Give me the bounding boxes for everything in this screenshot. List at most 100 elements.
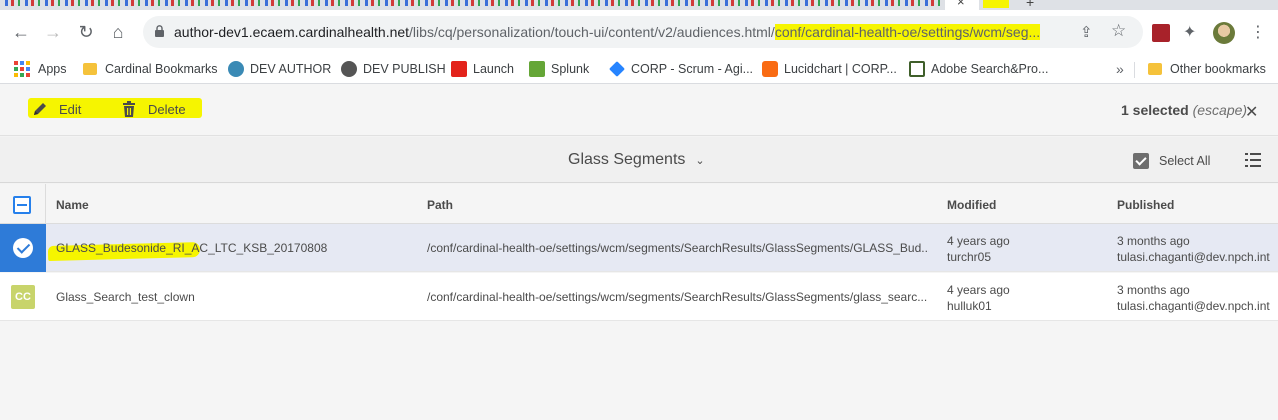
title-bar: Glass Segments ⌄ Select All [0,137,1278,183]
list-view-icon[interactable] [1245,152,1261,168]
row-path: /conf/cardinal-health-oe/settings/wcm/se… [427,290,927,304]
bookmark-label: Launch [473,62,515,76]
bookmark-lucidchart[interactable]: Lucidchart | CORP... [762,59,897,79]
row-thumbnail[interactable]: CC [0,273,46,321]
globe-icon [341,61,357,77]
bookmark-corp-scrum[interactable]: CORP - Scrum - Agi... [609,59,753,79]
adobe-icon [451,61,467,77]
row-thumbnail[interactable] [0,224,46,272]
bookmark-label: DEV PUBLISH [363,62,446,76]
browser-toolbar: ← → ↻ ⌂ author-dev1.ecaem.cardinalhealth… [0,10,1278,54]
row-modified: 4 years ago [947,234,1010,248]
row-name: GLASS_Budesonide_RI_AC_LTC_KSB_20170808 [56,241,328,255]
url-path: /libs/cq/personalization/touch-ui/conten… [409,24,775,40]
table-empty-area [0,322,1278,420]
bookmark-dev-author[interactable]: DEV AUTHOR [228,59,331,79]
row-published: 3 months ago [1117,283,1190,297]
folder-title-dropdown[interactable]: Glass Segments ⌄ [568,151,705,169]
address-bar[interactable]: author-dev1.ecaem.cardinalhealth.net/lib… [143,16,1143,48]
edit-label: Edit [59,101,82,117]
profile-avatar[interactable] [1213,22,1235,44]
column-header-path[interactable]: Path [427,198,453,212]
edit-button[interactable]: Edit [31,100,81,118]
url-host: author-dev1.ecaem.cardinalhealth.net [174,24,410,40]
folder-icon [83,63,97,75]
row-modified: 4 years ago [947,283,1010,297]
table-row[interactable]: GLASS_Budesonide_RI_AC_LTC_KSB_20170808 … [0,224,1278,272]
selection-info: 1 selected (escape) [1121,102,1247,118]
bookmarks-overflow-button[interactable]: » [1116,61,1124,77]
url-highlighted-path: conf/cardinal-health-oe/settings/wcm/seg… [774,24,1041,40]
header-divider [45,184,46,224]
adobe-search-icon [909,61,925,77]
escape-hint: (escape) [1192,102,1248,118]
aem-icon [228,61,244,77]
tab-highlight-mark [983,0,1009,8]
browser-tabs[interactable] [0,0,945,6]
new-tab-icon[interactable]: + [1026,0,1034,10]
select-all-label: Select All [1159,154,1211,168]
bookmark-label: Other bookmarks [1170,62,1266,76]
row-modified-by: hulluk01 [947,299,992,313]
trash-icon [123,101,135,117]
bookmark-label: Splunk [551,62,590,76]
lock-icon [155,25,164,37]
bookmark-label: Cardinal Bookmarks [105,62,218,76]
jira-icon [609,61,625,77]
column-header-published[interactable]: Published [1117,198,1174,212]
bookmark-label: DEV AUTHOR [250,62,332,76]
delete-label: Delete [148,101,186,117]
chevron-down-icon: ⌄ [695,154,705,167]
extension-icon[interactable] [1152,24,1170,42]
bookmark-launch[interactable]: Launch [451,59,514,79]
row-name: Glass_Search_test_clown [56,290,195,304]
table-header: Name Path Modified Published [0,184,1278,224]
close-tab-icon[interactable]: × [957,0,965,9]
close-selection-icon[interactable]: ✕ [1245,102,1258,122]
splunk-icon [529,61,545,77]
bookmarks-bar: Apps Cardinal Bookmarks DEV AUTHOR DEV P… [0,54,1278,84]
row-published-by: tulasi.chaganti@dev.npch.int [1117,299,1270,313]
row-modified-by: turchr05 [947,250,992,264]
reload-icon[interactable]: ↻ [74,20,98,44]
bookmarks-divider [1134,62,1135,78]
header-checkbox[interactable] [13,196,31,214]
column-header-modified[interactable]: Modified [947,198,996,212]
url-text[interactable]: author-dev1.ecaem.cardinalhealth.net/lib… [174,24,1041,40]
share-icon[interactable]: ⇪ [1080,23,1093,41]
row-thumb-badge: CC [11,285,35,309]
row-published-by: tulasi.chaganti@dev.npch.int [1117,250,1270,264]
segments-table: Name Path Modified Published GLASS_Budes… [0,184,1278,420]
action-bar: Edit Delete 1 selected (escape) ✕ [0,84,1278,136]
bookmark-label: Adobe Search&Pro... [931,62,1049,76]
selected-count: 1 selected [1121,102,1189,118]
bookmark-dev-publish[interactable]: DEV PUBLISH [341,59,446,79]
lucidchart-icon [762,61,778,77]
bookmark-splunk[interactable]: Splunk [529,59,589,79]
bookmark-label: Apps [38,62,67,76]
extensions-puzzle-icon[interactable]: ✦ [1183,22,1201,41]
bookmark-apps[interactable]: Apps [14,59,67,79]
bookmark-adobe-search[interactable]: Adobe Search&Pro... [909,59,1048,79]
pencil-icon [34,103,46,115]
apps-grid-icon [14,61,30,77]
page-title: Glass Segments [568,151,686,168]
bookmark-other[interactable]: Other bookmarks [1148,59,1266,79]
row-path: /conf/cardinal-health-oe/settings/wcm/se… [427,241,929,255]
back-arrow-icon[interactable]: ← [9,20,33,44]
bookmark-cardinal[interactable]: Cardinal Bookmarks [83,59,218,79]
browser-menu-icon[interactable]: ⋮ [1250,22,1268,41]
checkmark-icon [13,238,33,258]
forward-arrow-icon[interactable]: → [41,20,65,44]
browser-tab-strip: × + [0,0,1278,10]
folder-icon [1148,63,1162,75]
row-published: 3 months ago [1117,234,1190,248]
column-header-name[interactable]: Name [56,198,89,212]
home-icon[interactable]: ⌂ [106,20,130,44]
select-all-button[interactable]: Select All [1133,153,1210,169]
checkbox-icon [1133,153,1149,169]
delete-button[interactable]: Delete [120,100,186,118]
bookmark-star-icon[interactable]: ☆ [1111,21,1126,41]
table-row[interactable]: CC Glass_Search_test_clown /conf/cardina… [0,273,1278,321]
bookmark-label: CORP - Scrum - Agi... [631,62,754,76]
